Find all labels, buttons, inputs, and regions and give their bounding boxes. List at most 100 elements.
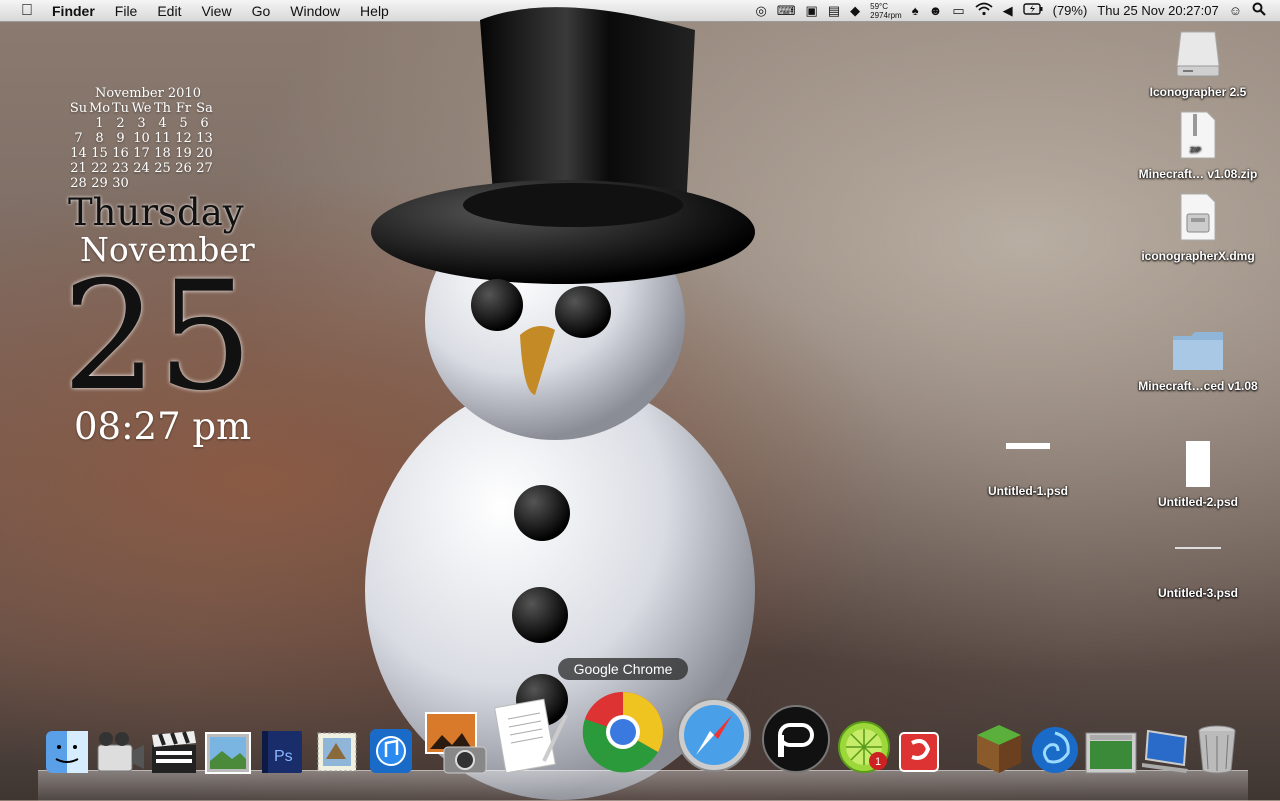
weekday-tu: Tu [111, 101, 130, 116]
calendar-day [173, 176, 194, 191]
desktop-icon-untitled-2[interactable]: Untitled-2.psd [1128, 440, 1268, 509]
clock[interactable]: Thu 25 Nov 20:27:07 [1097, 3, 1218, 18]
preview-icon [1085, 732, 1137, 774]
desktop-icon-iconographer-dmg[interactable]: iconographerX.dmg [1128, 192, 1268, 263]
dock-photo-booth[interactable] [422, 709, 488, 780]
calendar-day: 29 [91, 176, 108, 191]
calendar-day: 28 [70, 176, 87, 191]
dock-itunes[interactable] [366, 727, 416, 780]
wifi-icon[interactable] [975, 2, 993, 19]
display-icon[interactable]: ▭ [952, 3, 964, 19]
calendar-day: 11 [154, 131, 171, 146]
dock-limewire[interactable]: 1 [836, 719, 892, 780]
calendar-day: 15 [91, 146, 108, 161]
calendar-day: 2 [116, 116, 125, 131]
pidgin-icon [762, 705, 830, 773]
battery-icon[interactable] [1022, 3, 1043, 18]
volume-icon[interactable]: ◀ [1003, 3, 1013, 19]
dock-trash[interactable] [1196, 723, 1238, 780]
dock-safari[interactable] [674, 695, 754, 780]
dock-iphoto-slideshow[interactable] [204, 731, 252, 780]
calendar-day: 25 [154, 161, 171, 176]
calendar-day [131, 176, 152, 191]
limewire-icon: 1 [838, 721, 890, 773]
widget-time: 08:27 pm [74, 405, 252, 448]
desktop-icon-minecraft-zip[interactable]: ZIP Minecraft… v1.08.zip [1128, 110, 1268, 181]
zip-file-icon: ZIP [1128, 110, 1268, 163]
calendar-day [152, 176, 173, 191]
temperature-readout[interactable]: 59°C 2974rpm [870, 2, 902, 20]
desktop-icon-iconographer-drive[interactable]: Iconographer 2.5 [1128, 28, 1268, 99]
calendar-day: 12 [175, 131, 192, 146]
grass-block-icon [977, 725, 1021, 773]
calendar-day [68, 116, 89, 131]
user-icon[interactable]: ☺ [1229, 3, 1242, 18]
spaces-icon [1032, 727, 1078, 773]
gpu-icon[interactable]: ▤ [828, 3, 840, 19]
dock-screen-sharing[interactable] [1140, 727, 1192, 780]
disk-image-icon [1128, 192, 1268, 245]
dock: Ps 1 [38, 691, 1248, 801]
calendar-day: 30 [112, 176, 129, 191]
dock-preview[interactable] [1084, 731, 1138, 780]
desktop-icon-untitled-1[interactable]: Untitled-1.psd [958, 440, 1098, 498]
calendar-day: 7 [74, 131, 83, 146]
desktop-icon-minecraft-folder[interactable]: Minecraft…ced v1.08 [1128, 328, 1268, 393]
dock-final-cut[interactable] [150, 729, 198, 780]
calendar-day: 14 [70, 146, 87, 161]
calendar-week: 28 29 30 [68, 176, 255, 191]
dock-pidgin[interactable] [760, 703, 832, 780]
folder-icon [1128, 328, 1268, 375]
calendar-day: 1 [95, 116, 104, 131]
menu-go[interactable]: Go [242, 3, 281, 19]
keyboard-icon[interactable]: ⌨ [777, 3, 796, 19]
menu-file[interactable]: File [105, 3, 148, 19]
fan-speed-value: 2974rpm [870, 10, 902, 20]
apple-menu-icon[interactable]:  [12, 2, 42, 20]
desktop-icon-label: Untitled-2.psd [1158, 495, 1238, 509]
spotlight-search-icon[interactable] [1252, 2, 1266, 19]
dock-spaces[interactable] [1030, 725, 1080, 780]
psd-file-icon [1128, 540, 1268, 554]
evernote-icon[interactable]: ♠ [912, 3, 919, 18]
alien-icon[interactable]: ☻ [929, 3, 943, 18]
calendar-day: 10 [133, 131, 150, 146]
laptop-icon [1142, 729, 1188, 773]
menu-view[interactable]: View [191, 3, 241, 19]
front-row-icon [97, 732, 144, 772]
calendar-day: 4 [158, 116, 167, 131]
desktop-icon-label: Minecraft…ced v1.08 [1138, 379, 1258, 393]
temperature-value: 59°C [870, 1, 889, 11]
battery-percent[interactable]: (79%) [1053, 3, 1088, 18]
dock-finder[interactable] [44, 729, 90, 780]
desktop-icon-untitled-3[interactable]: Untitled-3.psd [1128, 540, 1268, 600]
menu-finder[interactable]: Finder [42, 3, 105, 19]
dock-textedit[interactable] [494, 697, 570, 780]
safari-compass-icon [677, 698, 751, 772]
calendar-grid: Su Mo Tu We Th Fr Sa 123456 7 8 9 10 11 12 13 … [68, 101, 255, 191]
dock-google-chrome[interactable] [580, 689, 666, 780]
calendar-day: 16 [112, 146, 129, 161]
terminal-icon[interactable]: ▣ [806, 3, 818, 19]
dock-front-row[interactable] [94, 729, 146, 780]
calendar-week: 21 22 23 24 25 26 27 [68, 161, 255, 176]
google-chrome-icon [582, 691, 664, 773]
calendar-day: 22 [91, 161, 108, 176]
calendar-day: 8 [95, 131, 104, 146]
menu-window[interactable]: Window [280, 3, 350, 19]
calendar-day: 6 [200, 116, 209, 131]
trash-icon [1198, 725, 1236, 774]
menu-edit[interactable]: Edit [147, 3, 191, 19]
dock-comic[interactable] [894, 727, 944, 780]
desktop-icon-label: Untitled-3.psd [1158, 586, 1238, 600]
dock-mail[interactable] [314, 729, 360, 780]
photo-booth-icon [425, 712, 487, 774]
drop-icon[interactable]: ◆ [850, 3, 860, 19]
finder-icon [46, 731, 88, 773]
weekday-fr: Fr [175, 101, 192, 116]
photo-slideshow-icon [205, 732, 251, 774]
date-widget: November 2010 Su Mo Tu We Th Fr Sa 12345… [62, 86, 255, 448]
dock-minecraft[interactable] [974, 723, 1024, 780]
psd-file-icon [958, 440, 1098, 454]
dock-photoshop[interactable]: Ps [260, 729, 306, 780]
